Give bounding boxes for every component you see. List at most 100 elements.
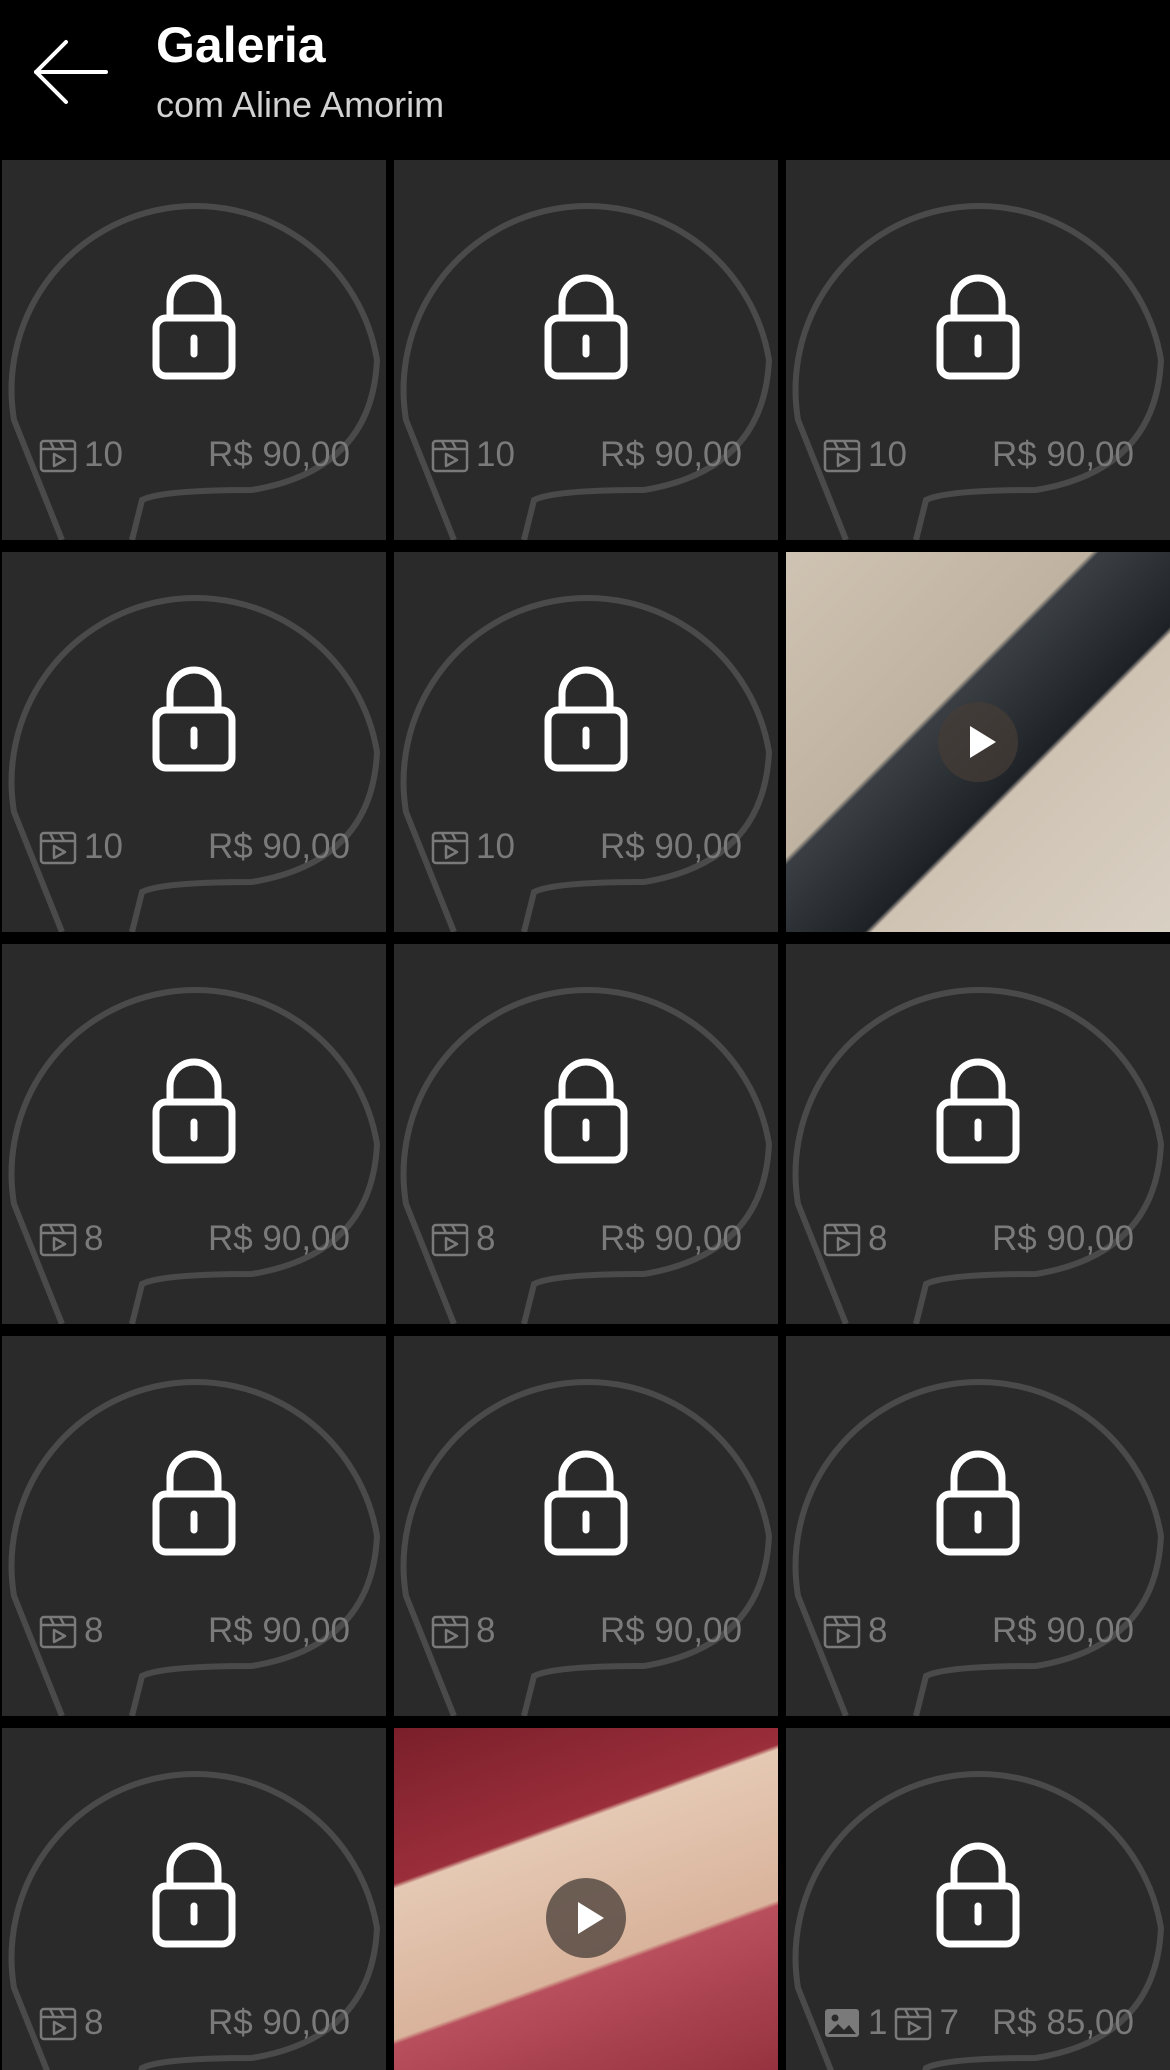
item-price: R$ 90,00 (991, 435, 1134, 474)
gallery-item[interactable]: 10 R$ 90,00 (2, 160, 386, 540)
video-icon (38, 1219, 78, 1259)
back-button[interactable] (30, 32, 112, 112)
item-meta: 8 R$ 90,00 (786, 1606, 1170, 1656)
gallery-item[interactable]: 10 R$ 90,00 (2, 552, 386, 932)
item-price: R$ 90,00 (207, 2003, 350, 2042)
item-price: R$ 90,00 (991, 1219, 1134, 1258)
media-counts: 10 (38, 822, 123, 872)
lock-icon (544, 1058, 628, 1164)
item-price: R$ 90,00 (599, 827, 742, 866)
gallery-item[interactable]: 10 R$ 90,00 (394, 160, 778, 540)
media-counts: 8 (38, 1214, 103, 1264)
item-price: R$ 90,00 (599, 1219, 742, 1258)
video-count: 10 (84, 827, 123, 866)
video-count: 10 (476, 827, 515, 866)
item-meta: 10 R$ 90,00 (786, 430, 1170, 480)
item-meta: 10 R$ 90,00 (394, 822, 778, 872)
item-meta: 8 R$ 90,00 (2, 1214, 386, 1264)
media-counts: 8 (822, 1606, 887, 1656)
gallery-item[interactable]: 8 R$ 90,00 (2, 1336, 386, 1716)
video-count: 8 (84, 2003, 104, 2042)
item-price: R$ 90,00 (207, 1219, 350, 1258)
page-subtitle: com Aline Amorim (156, 84, 445, 125)
video-count: 10 (84, 435, 123, 474)
media-counts: 8 (430, 1214, 495, 1264)
media-counts: 8 (430, 1606, 495, 1656)
media-counts: 8 (822, 1214, 887, 1264)
gallery-item[interactable] (394, 1728, 778, 2070)
gallery-item[interactable]: 8 R$ 90,00 (786, 1336, 1170, 1716)
item-meta: 10 R$ 90,00 (2, 822, 386, 872)
gallery-item[interactable]: 8 R$ 90,00 (2, 944, 386, 1324)
lock-icon (152, 1450, 236, 1556)
item-meta: 1 7 R$ 85,00 (786, 1998, 1170, 2048)
media-counts: 10 (430, 430, 515, 480)
video-icon (430, 1219, 470, 1259)
video-count: 8 (476, 1219, 496, 1258)
item-price: R$ 90,00 (599, 1611, 742, 1650)
video-icon (38, 827, 78, 867)
item-meta: 8 R$ 90,00 (394, 1606, 778, 1656)
video-count: 8 (868, 1219, 888, 1258)
item-meta: 8 R$ 90,00 (2, 1998, 386, 2048)
video-icon (822, 1611, 862, 1651)
gallery-item[interactable]: 8 R$ 90,00 (2, 1728, 386, 2070)
video-count: 8 (84, 1611, 104, 1650)
item-price: R$ 85,00 (991, 2003, 1134, 2042)
video-icon (893, 2003, 933, 2043)
video-icon (430, 1611, 470, 1651)
media-counts: 10 (822, 430, 907, 480)
item-meta: 8 R$ 90,00 (394, 1214, 778, 1264)
media-counts: 17 (822, 1998, 959, 2048)
gallery-item[interactable]: 8 R$ 90,00 (786, 944, 1170, 1324)
lock-icon (936, 1058, 1020, 1164)
item-price: R$ 90,00 (599, 435, 742, 474)
video-icon (38, 2003, 78, 2043)
gallery-item[interactable]: 8 R$ 90,00 (394, 1336, 778, 1716)
arrow-left-icon (34, 40, 108, 104)
gallery-item[interactable]: 8 R$ 90,00 (394, 944, 778, 1324)
video-count: 7 (939, 2003, 959, 2042)
video-count: 8 (476, 1611, 496, 1650)
top-bar: Galeria com Aline Amorim (0, 0, 1170, 158)
gallery-item[interactable]: 10 R$ 90,00 (394, 552, 778, 932)
play-icon[interactable] (546, 1878, 626, 1958)
gallery-item[interactable]: 1 7 R$ 85,00 (786, 1728, 1170, 2070)
gallery-item[interactable]: 10 R$ 90,00 (786, 160, 1170, 540)
lock-icon (936, 274, 1020, 380)
page-title: Galeria (156, 17, 326, 73)
item-meta: 10 R$ 90,00 (394, 430, 778, 480)
item-meta: 8 R$ 90,00 (786, 1214, 1170, 1264)
gallery-item[interactable] (786, 552, 1170, 932)
video-icon (822, 435, 862, 475)
lock-icon (936, 1450, 1020, 1556)
video-icon (38, 435, 78, 475)
video-count: 8 (84, 1219, 104, 1258)
image-count: 1 (868, 2003, 888, 2042)
lock-icon (544, 1450, 628, 1556)
item-price: R$ 90,00 (207, 435, 350, 474)
video-count: 10 (476, 435, 515, 474)
video-icon (822, 1219, 862, 1259)
video-count: 8 (868, 1611, 888, 1650)
play-icon[interactable] (938, 702, 1018, 782)
video-icon (430, 827, 470, 867)
video-icon (430, 435, 470, 475)
lock-icon (936, 1842, 1020, 1948)
item-meta: 10 R$ 90,00 (2, 430, 386, 480)
item-price: R$ 90,00 (991, 1611, 1134, 1650)
item-meta: 8 R$ 90,00 (2, 1606, 386, 1656)
lock-icon (152, 666, 236, 772)
image-icon (822, 2003, 862, 2043)
item-price: R$ 90,00 (207, 827, 350, 866)
lock-icon (544, 274, 628, 380)
lock-icon (152, 1058, 236, 1164)
video-icon (38, 1611, 78, 1651)
gallery-grid: 10 R$ 90,00 10 R$ 90,00 10 R$ 90,00 10 R$ 90,00… (0, 158, 1170, 2070)
video-count: 10 (868, 435, 907, 474)
lock-icon (544, 666, 628, 772)
lock-icon (152, 274, 236, 380)
lock-icon (152, 1842, 236, 1948)
media-counts: 10 (430, 822, 515, 872)
media-counts: 10 (38, 430, 123, 480)
